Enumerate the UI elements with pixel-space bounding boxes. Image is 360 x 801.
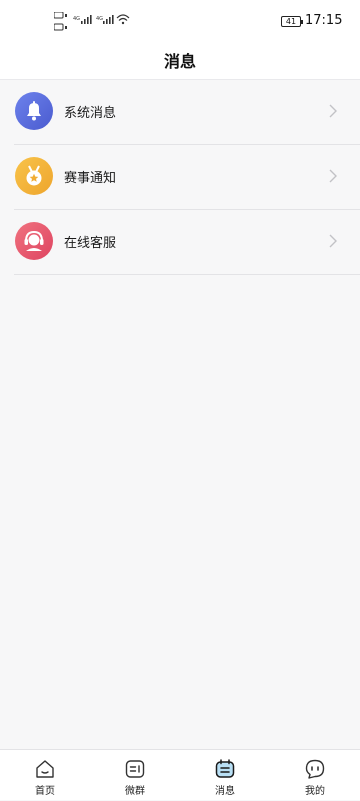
chevron-right-icon (329, 104, 337, 118)
medal-icon (15, 157, 53, 195)
message-list: 系统消息 赛事通知 在线客服 (0, 80, 360, 275)
list-item-online-support[interactable]: 在线客服 (14, 210, 360, 275)
chevron-right-icon (329, 234, 337, 248)
page-header: 消息 (0, 42, 360, 80)
network-type-1: 4G (73, 16, 80, 22)
list-item-label: 在线客服 (64, 236, 117, 251)
tab-profile[interactable]: 我的 (270, 750, 360, 801)
list-item-label: 系统消息 (64, 106, 117, 121)
signal-icons: 4G 4G (54, 12, 130, 31)
bottom-tab-bar: 首页 微群 消息 我的 (0, 749, 360, 800)
tab-messages[interactable]: 消息 (180, 750, 270, 801)
tab-label: 首页 (35, 786, 55, 797)
home-icon (36, 760, 54, 778)
chat-group-icon (125, 760, 145, 778)
tab-label: 我的 (305, 786, 325, 797)
headset-icon (15, 222, 53, 260)
page-title: 消息 (163, 52, 196, 71)
tab-label: 消息 (215, 786, 235, 797)
chevron-right-icon (329, 169, 337, 183)
message-icon (215, 759, 235, 778)
tab-group-chat[interactable]: 微群 (90, 750, 180, 801)
status-time: 17:15 (305, 13, 343, 28)
list-item-event-notices[interactable]: 赛事通知 (14, 145, 360, 210)
bell-icon (15, 92, 53, 130)
tab-label: 微群 (125, 786, 145, 797)
network-type-2: 4G (96, 16, 103, 22)
list-item-system-messages[interactable]: 系统消息 (14, 80, 360, 145)
tab-home[interactable]: 首页 (0, 750, 90, 801)
profile-icon (305, 759, 325, 779)
battery-indicator: 41 (281, 16, 303, 27)
list-item-label: 赛事通知 (64, 171, 117, 186)
status-bar: 4G 4G 41 17:15 (0, 0, 360, 42)
